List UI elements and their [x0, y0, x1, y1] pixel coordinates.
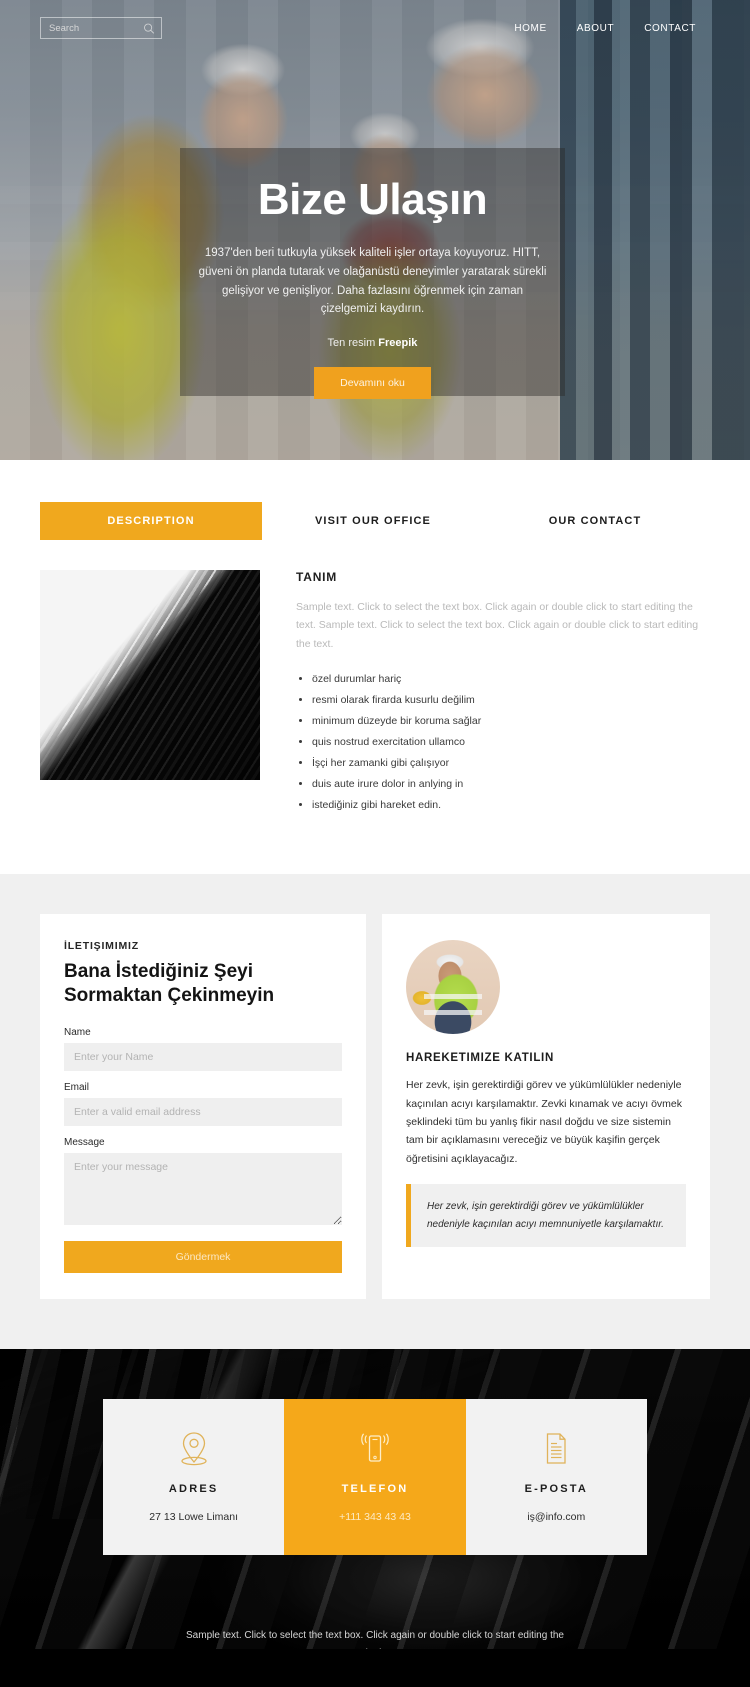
contact-form-heading: Bana İstediğiniz Şeyi Sormaktan Çekinmey…	[64, 961, 275, 1007]
info-card-email[interactable]: E-POSTA iş@info.com	[465, 1398, 647, 1555]
info-card-title: TELEFON	[341, 1482, 409, 1495]
tab-description[interactable]: DESCRIPTION	[40, 502, 262, 540]
hero-image-credit: Ten resim Freepik	[194, 337, 551, 349]
description-title: TANIM	[296, 570, 338, 584]
list-item: quis nostrud exercitation ullamco	[312, 732, 710, 753]
message-textarea[interactable]	[64, 1152, 342, 1225]
description-bullet-list: özel durumlar hariç resmi olarak firarda…	[296, 669, 710, 816]
hero-credit-prefix: Ten resim	[327, 336, 376, 349]
hero-content: Bize Ulaşın 1937'den beri tutkuyla yükse…	[180, 148, 565, 399]
avatar-vest-stripe	[424, 994, 482, 1000]
hero-paragraph: 1937'den beri tutkuyla yüksek kaliteli i…	[198, 247, 547, 316]
hero-section: HOME ABOUT CONTACT Bize Ulaşın 1937'den …	[0, 0, 750, 460]
nav-item-home[interactable]: HOME	[514, 23, 546, 34]
nav-item-contact[interactable]: CONTACT	[644, 23, 696, 34]
join-quote: Her zevk, işin gerektirdiği görev ve yük…	[406, 1184, 686, 1247]
mobile-phone-icon	[294, 1429, 455, 1469]
description-body: TANIM Sample text. Click to select the t…	[296, 570, 710, 816]
join-paragraph: Her zevk, işin gerektirdiği görev ve yük…	[406, 1079, 683, 1165]
contact-form-card: İLETIŞIMIMIZ Bana İstediğiniz Şeyi Sorma…	[40, 914, 366, 1299]
main-nav: HOME ABOUT CONTACT	[514, 23, 696, 34]
document-icon	[476, 1429, 637, 1469]
message-field-label: Message	[64, 1136, 105, 1148]
tab-our-contact[interactable]: OUR CONTACT	[484, 502, 706, 540]
hero-credit-source[interactable]: Freepik	[378, 337, 417, 349]
info-card-title: ADRES	[168, 1482, 219, 1495]
name-field-label: Name	[64, 1026, 91, 1038]
tab-visit-our-office[interactable]: VISIT OUR OFFICE	[262, 502, 484, 540]
contact-form-eyebrow: İLETIŞIMIMIZ	[64, 940, 139, 953]
nav-item-about[interactable]: ABOUT	[577, 23, 614, 34]
tab-bar: DESCRIPTION VISIT OUR OFFICE OUR CONTACT	[40, 502, 710, 540]
email-input[interactable]	[64, 1097, 342, 1126]
footer-contact-section: ADRES 27 13 Lowe Limanı TELEFON +111 343…	[0, 1348, 750, 1649]
hero-read-more-button[interactable]: Devamını oku	[314, 366, 431, 399]
name-input[interactable]	[64, 1042, 342, 1071]
avatar-vest-stripe	[424, 1010, 482, 1016]
list-item: İşçi her zamanki gibi çalışıyor	[312, 753, 710, 774]
avatar	[406, 940, 500, 1035]
search-box[interactable]	[40, 17, 162, 39]
architecture-photo	[40, 570, 260, 780]
footer-note: Sample text. Click to select the text bo…	[186, 1629, 564, 1649]
list-item: minimum düzeyde bir koruma sağlar	[312, 711, 710, 732]
contact-section: İLETIŞIMIMIZ Bana İstediğiniz Şeyi Sorma…	[0, 874, 750, 1349]
search-icon[interactable]	[143, 22, 155, 35]
info-card-address[interactable]: ADRES 27 13 Lowe Limanı	[103, 1398, 285, 1555]
join-title: HAREKETIMIZE KATILIN	[406, 1052, 554, 1065]
submit-button[interactable]: Göndermek	[64, 1240, 342, 1273]
info-card-value: 27 13 Lowe Limanı	[149, 1510, 239, 1523]
list-item: duis aute irure dolor in anlying in	[312, 774, 710, 795]
list-item: resmi olarak firarda kusurlu değilim	[312, 690, 710, 711]
info-card-phone[interactable]: TELEFON +111 343 43 43	[284, 1398, 466, 1555]
top-navigation-bar: HOME ABOUT CONTACT	[0, 0, 750, 56]
list-item: özel durumlar hariç	[312, 669, 710, 690]
list-item: istediğiniz gibi hareket edin.	[312, 795, 710, 816]
hero-title: Bize Ulaşın	[257, 175, 488, 224]
info-card-value: +111 343 43 43	[339, 1510, 411, 1523]
info-card-row: ADRES 27 13 Lowe Limanı TELEFON +111 343…	[0, 1349, 750, 1555]
join-us-card: HAREKETIMIZE KATILIN Her zevk, işin gere…	[382, 914, 710, 1299]
map-pin-icon	[113, 1429, 274, 1469]
info-card-value: iş@info.com	[527, 1510, 586, 1523]
description-content: TANIM Sample text. Click to select the t…	[40, 570, 710, 816]
footer-bottom-spacer	[0, 1648, 750, 1687]
email-field-label: Email	[64, 1081, 90, 1093]
description-section: DESCRIPTION VISIT OUR OFFICE OUR CONTACT…	[0, 460, 750, 875]
info-card-title: E-POSTA	[524, 1482, 589, 1495]
description-paragraph: Sample text. Click to select the text bo…	[296, 601, 699, 650]
